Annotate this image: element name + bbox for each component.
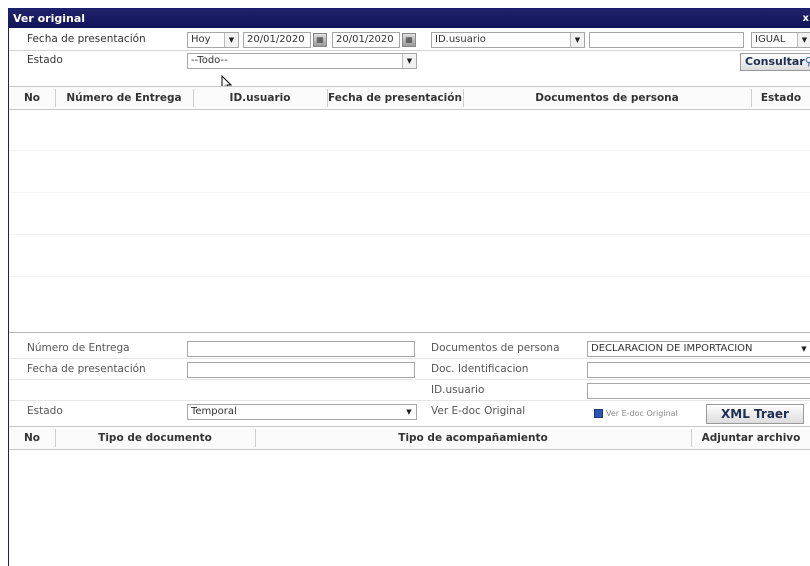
fecha-presentacion-label: Fecha de presentación — [27, 33, 146, 45]
ver-edoc-original-link[interactable]: Ver E-doc Original — [594, 407, 678, 421]
chevron-down-icon: ▼ — [402, 405, 416, 419]
row-guide — [9, 276, 810, 277]
chevron-down-icon: ▼ — [402, 54, 416, 68]
col-no[interactable]: No — [9, 427, 55, 449]
col-tipo-acompanamiento[interactable]: Tipo de acompañamiento — [255, 427, 691, 449]
estado-detail-label: Estado — [27, 405, 63, 417]
results-table-header: No Número de Entrega ID.usuario Fecha de… — [9, 87, 810, 109]
consultar-label: Consultar — [745, 55, 805, 68]
id-usuario-label: ID.usuario — [431, 384, 485, 396]
calendar-icon[interactable]: ▦ — [313, 33, 327, 47]
calendar-icon[interactable]: ▦ — [402, 33, 416, 47]
col-estado[interactable]: Estado — [751, 87, 810, 109]
documentos-persona-select[interactable]: DECLARACION DE IMPORTACION ▼ — [587, 341, 810, 357]
id-usuario-input[interactable] — [587, 383, 810, 399]
col-adjuntar-archivo[interactable]: Adjuntar archivo — [691, 427, 810, 449]
row-guide — [9, 192, 810, 193]
divider — [9, 358, 810, 359]
results-table-body[interactable] — [9, 110, 810, 332]
divider — [9, 379, 810, 380]
estado-value: --Todo-- — [191, 55, 228, 66]
xml-traer-label: XML Traer — [721, 407, 789, 421]
estado-label: Estado — [27, 54, 63, 66]
operator-select[interactable]: IGUAL ▼ — [751, 32, 810, 48]
xml-traer-button[interactable]: XML Traer — [706, 404, 804, 424]
window-title: Ver original — [13, 12, 86, 25]
divider — [9, 400, 810, 401]
col-no[interactable]: No — [9, 87, 55, 109]
operator-value: IGUAL — [755, 34, 786, 45]
numero-entrega-input[interactable] — [187, 341, 415, 357]
doc-identificacion-label: Doc. Identificacion — [431, 363, 529, 375]
date-from-input[interactable]: 20/01/2020 — [243, 32, 311, 48]
col-id-usuario[interactable]: ID.usuario — [193, 87, 327, 109]
user-field-value: ID.usuario — [435, 34, 486, 45]
results-bottom-border — [9, 332, 810, 333]
col-tipo-documento[interactable]: Tipo de documento — [55, 427, 255, 449]
row-guide — [9, 150, 810, 151]
close-icon[interactable]: x — [803, 9, 809, 28]
col-fecha-presentacion[interactable]: Fecha de presentación — [327, 87, 463, 109]
estado-select[interactable]: --Todo-- ▼ — [187, 53, 417, 69]
estado-detail-value: Temporal — [191, 406, 237, 417]
search-icon: ⚲ — [804, 55, 810, 68]
user-field-select[interactable]: ID.usuario ▼ — [431, 32, 585, 48]
divider — [9, 50, 810, 51]
attach-table-header: No Tipo de documento Tipo de acompañamie… — [9, 427, 810, 449]
chevron-down-icon: ▼ — [570, 33, 584, 47]
fecha-presentacion-detail-label: Fecha de presentación — [27, 363, 146, 375]
row-guide — [9, 234, 810, 235]
date-to-value: 20/01/2020 — [336, 34, 394, 45]
documentos-persona-label: Documentos de persona — [431, 342, 560, 354]
chevron-down-icon: ▼ — [797, 33, 810, 47]
date-from-value: 20/01/2020 — [247, 34, 305, 45]
chevron-down-icon: ▼ — [797, 342, 810, 356]
user-value-input[interactable] — [589, 32, 744, 48]
col-documentos-persona[interactable]: Documentos de persona — [463, 87, 751, 109]
attach-table-body[interactable] — [9, 450, 810, 566]
chevron-down-icon: ▼ — [224, 33, 238, 47]
ver-edoc-original-label: Ver E-doc Original — [431, 405, 526, 417]
window-titlebar: Ver original x — [9, 9, 810, 28]
numero-entrega-label: Número de Entrega — [27, 342, 130, 354]
documentos-persona-value: DECLARACION DE IMPORTACION — [591, 343, 753, 354]
period-select[interactable]: Hoy ▼ — [187, 32, 239, 48]
period-value: Hoy — [191, 34, 211, 45]
document-icon — [594, 409, 603, 418]
consultar-button[interactable]: Consultar⚲ — [740, 53, 810, 71]
estado-detail-select[interactable]: Temporal ▼ — [187, 404, 417, 420]
ver-edoc-link-text: Ver E-doc Original — [606, 409, 678, 418]
date-to-input[interactable]: 20/01/2020 — [332, 32, 400, 48]
col-numero-entrega[interactable]: Número de Entrega — [55, 87, 193, 109]
ver-original-window: Ver original x Fecha de presentación Hoy… — [8, 8, 810, 566]
fecha-presentacion-input[interactable] — [187, 362, 415, 378]
doc-identificacion-input[interactable] — [587, 362, 810, 378]
